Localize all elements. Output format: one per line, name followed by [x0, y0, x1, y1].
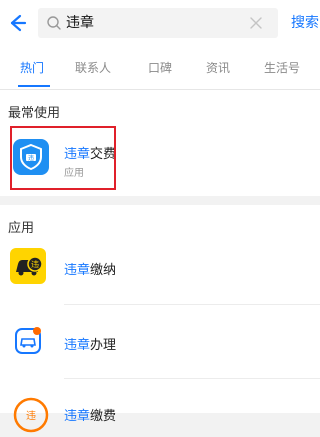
app-name-rest: 缴费 — [90, 409, 117, 424]
app-name-highlight: 违章 — [64, 263, 91, 278]
section-title-frequent: 最常使用 — [8, 106, 61, 121]
violation-circle-icon: 违 — [13, 397, 49, 433]
app-name-highlight: 违章 — [64, 409, 91, 424]
tab-hot[interactable]: 热门 — [20, 59, 44, 76]
app-name: 违章办理 — [64, 334, 116, 353]
search-field[interactable]: 违章 — [38, 8, 278, 38]
app-name: 违章缴纳 — [64, 259, 116, 278]
app-name-highlight: 违章 — [64, 338, 91, 353]
tab-life[interactable]: 生活号 — [264, 59, 300, 76]
car-badge-icon — [10, 322, 46, 358]
search-input[interactable]: 违章 — [66, 13, 236, 33]
divider — [64, 378, 320, 379]
clear-icon[interactable] — [246, 13, 266, 33]
search-icon — [46, 15, 62, 31]
search-button[interactable]: 搜索 — [291, 13, 320, 33]
apps-section: 应用 — [0, 205, 320, 413]
tab-underline — [18, 85, 50, 87]
tab-bar: 热门 联系人 口碑 资讯 生活号 — [0, 47, 320, 90]
divider — [64, 304, 320, 305]
svg-text:违: 违 — [31, 260, 39, 269]
car-ticket-icon: 违 — [10, 248, 46, 284]
app-name-rest: 缴纳 — [90, 263, 117, 278]
top-bar: 违章 搜索 — [0, 0, 320, 47]
app-name: 违章缴费 — [64, 405, 116, 424]
app-name-rest: 办理 — [90, 338, 117, 353]
section-title-apps: 应用 — [8, 221, 35, 236]
tab-koubei[interactable]: 口碑 — [148, 59, 172, 76]
tab-contacts[interactable]: 联系人 — [75, 59, 111, 76]
highlight-box — [10, 126, 116, 190]
svg-text:违: 违 — [26, 410, 36, 422]
back-arrow-icon[interactable] — [6, 12, 28, 34]
tab-news[interactable]: 资讯 — [206, 59, 230, 76]
